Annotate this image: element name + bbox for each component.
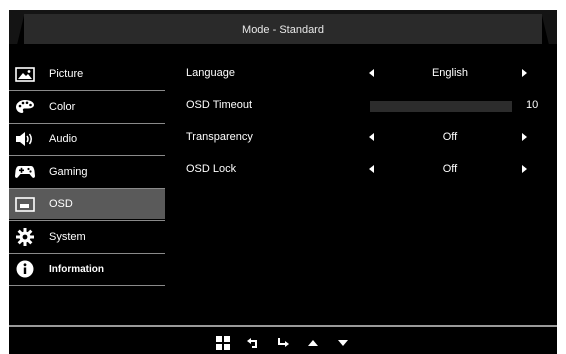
arrow-right-icon[interactable] <box>522 69 527 77</box>
sidebar-item-picture[interactable]: Picture <box>9 59 165 91</box>
palette-icon <box>15 98 35 116</box>
sidebar-item-label: System <box>49 230 86 243</box>
setting-value: Off <box>442 163 458 175</box>
setting-label: OSD Timeout <box>186 99 253 111</box>
arrow-left-icon[interactable] <box>369 69 374 77</box>
setting-language[interactable]: Language English <box>186 59 551 87</box>
down-icon[interactable] <box>335 336 351 350</box>
sidebar-item-label: Picture <box>49 68 84 80</box>
sidebar-item-label: OSD <box>49 198 73 210</box>
arrow-left-icon[interactable] <box>369 133 374 141</box>
setting-transparency[interactable]: Transparency Off <box>186 123 551 151</box>
timeout-slider[interactable] <box>370 101 512 112</box>
sidebar-item-gaming[interactable]: Gaming <box>9 157 165 189</box>
sidebar-item-osd[interactable]: OSD <box>9 189 165 221</box>
menu-icon[interactable] <box>215 336 231 350</box>
arrow-right-icon[interactable] <box>522 133 527 141</box>
footer-divider <box>9 325 557 327</box>
setting-osd-timeout[interactable]: OSD Timeout 10 <box>186 91 551 119</box>
setting-value: English <box>431 67 469 79</box>
arrow-left-icon[interactable] <box>369 165 374 173</box>
up-icon[interactable] <box>305 336 321 350</box>
picture-icon <box>15 65 35 83</box>
back-icon[interactable] <box>245 336 261 350</box>
enter-icon[interactable] <box>275 336 291 350</box>
gamepad-icon <box>15 163 35 181</box>
setting-value: Off <box>442 131 458 143</box>
sidebar-item-label: Information <box>49 263 104 275</box>
sidebar-item-system[interactable]: System <box>9 222 165 254</box>
slider-value: 10 <box>526 99 539 111</box>
sidebar: Picture Color Audio Gaming OSD System In… <box>9 59 165 287</box>
sidebar-item-label: Color <box>49 100 76 113</box>
setting-label: OSD Lock <box>186 163 237 175</box>
info-icon <box>15 260 35 278</box>
sidebar-item-color[interactable]: Color <box>9 92 165 124</box>
gear-icon <box>15 227 35 246</box>
osd-window: Mode - Standard Picture Color Audio Gami… <box>9 10 557 354</box>
sidebar-item-label: Audio <box>49 133 78 145</box>
setting-label: Transparency <box>186 131 253 143</box>
setting-label: Language <box>186 67 235 79</box>
speaker-icon <box>15 130 35 148</box>
sidebar-item-information[interactable]: Information <box>9 254 165 286</box>
mode-title: Mode - Standard <box>242 24 324 36</box>
osd-icon <box>15 195 35 213</box>
footer-buttons <box>9 332 557 354</box>
sidebar-item-label: Gaming <box>49 165 88 178</box>
sidebar-item-audio[interactable]: Audio <box>9 124 165 156</box>
setting-osd-lock[interactable]: OSD Lock Off <box>186 155 551 183</box>
arrow-right-icon[interactable] <box>522 165 527 173</box>
